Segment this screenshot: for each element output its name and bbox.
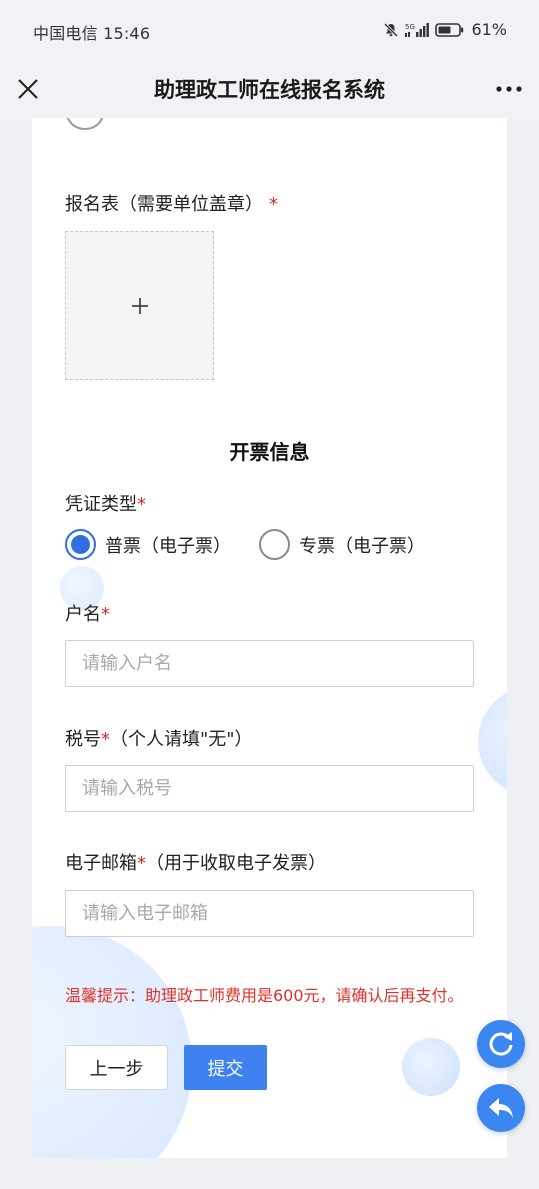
upload-registration-form[interactable]	[65, 231, 214, 380]
email-label: 电子邮箱*（用于收取电子发票）	[65, 849, 326, 875]
email-hint: （用于收取电子发票）	[146, 853, 326, 874]
previous-step-button[interactable]: 上一步	[65, 1045, 168, 1090]
decor-circle	[478, 686, 507, 796]
status-bar: 中国电信 15:46 5G 61%	[0, 0, 539, 62]
plus-icon	[131, 297, 148, 314]
form-viewport[interactable]: 报名表（需要单位盖章）* 开票信息 凭证类型* 普票（电子票） 专票（电子票）	[0, 118, 539, 1189]
required-mark: *	[137, 494, 146, 515]
form-card: 报名表（需要单位盖章）* 开票信息 凭证类型* 普票（电子票） 专票（电子票）	[32, 118, 507, 1158]
registration-form-label: 报名表（需要单位盖章） *	[65, 190, 278, 216]
status-icons: 5G 61%	[383, 20, 507, 39]
tax-number-hint: （个人请填"无"）	[110, 729, 253, 750]
previous-radio-partial[interactable]	[66, 118, 104, 130]
radio-general-invoice[interactable]: 普票（电子票）	[65, 529, 231, 560]
required-mark: *	[137, 853, 146, 874]
signal-icon: 5G	[405, 22, 430, 37]
network-type-label: 5G	[405, 23, 415, 31]
decor-circle	[32, 926, 192, 1158]
email-label-text: 电子邮箱	[65, 853, 137, 874]
voucher-type-label: 凭证类型*	[65, 490, 146, 516]
more-button[interactable]	[491, 75, 527, 103]
carrier-time: 中国电信 15:46	[33, 24, 151, 43]
refresh-icon	[489, 1032, 513, 1056]
back-button[interactable]	[477, 1084, 525, 1132]
account-name-label: 户名*	[65, 600, 110, 626]
tax-number-label-text: 税号	[65, 729, 101, 750]
required-mark: *	[101, 729, 110, 750]
decor-circle	[402, 1038, 460, 1096]
tax-number-input[interactable]	[65, 765, 474, 812]
email-input[interactable]	[65, 890, 474, 937]
mute-bell-icon	[384, 22, 399, 37]
fee-tip: 温馨提示：助理政工师费用是600元，请确认后再支付。	[65, 986, 464, 1005]
account-name-label-text: 户名	[65, 604, 101, 625]
more-horizontal-icon	[496, 86, 522, 92]
title-bar: 助理政工师在线报名系统	[0, 62, 539, 118]
registration-form-label-text: 报名表（需要单位盖章）	[65, 194, 263, 215]
radio-special-invoice[interactable]: 专票（电子票）	[259, 529, 425, 560]
reply-back-icon	[489, 1098, 513, 1118]
radio-general-invoice-label: 普票（电子票）	[105, 535, 231, 557]
page-title: 助理政工师在线报名系统	[154, 78, 385, 102]
battery-icon	[435, 22, 464, 37]
required-mark: *	[269, 194, 278, 215]
invoice-section-title: 开票信息	[229, 440, 310, 464]
refresh-button[interactable]	[477, 1020, 525, 1068]
radio-checked-icon	[65, 529, 96, 560]
tax-number-label: 税号*（个人请填"无"）	[65, 725, 253, 751]
required-mark: *	[101, 604, 110, 625]
voucher-type-radio-group: 普票（电子票） 专票（电子票）	[65, 529, 453, 560]
voucher-type-label-text: 凭证类型	[65, 494, 137, 515]
radio-special-invoice-label: 专票（电子票）	[299, 535, 425, 557]
battery-percent: 61%	[471, 20, 507, 39]
account-name-input[interactable]	[65, 640, 474, 687]
radio-unchecked-icon	[259, 529, 290, 560]
submit-button[interactable]: 提交	[184, 1045, 267, 1090]
